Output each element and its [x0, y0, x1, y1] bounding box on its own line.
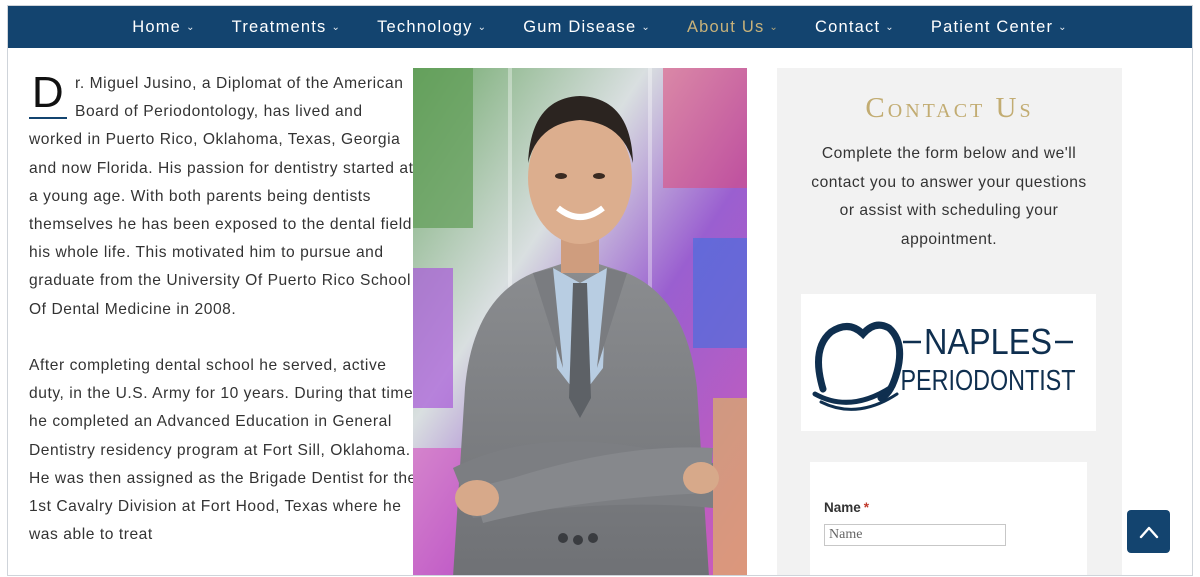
- chevron-down-icon: ⌄: [331, 21, 342, 33]
- bio-text: Dr. Miguel Jusino, a Diplomat of the Ame…: [29, 70, 419, 575]
- nav-item-about-us[interactable]: About Us ⌄: [687, 18, 779, 37]
- main-navigation: Home ⌄ Treatments ⌄ Technology ⌄ Gum Diseas…: [8, 6, 1192, 48]
- bio-paragraph-2: After completing dental school he served…: [29, 357, 417, 544]
- nav-label: Treatments: [231, 17, 327, 36]
- nav-label: Gum Disease: [523, 17, 637, 36]
- nav-label: Patient Center: [930, 17, 1054, 36]
- contact-sidebar: Contact Us Complete the form below and w…: [777, 68, 1122, 575]
- nav-item-contact[interactable]: Contact ⌄: [815, 18, 895, 37]
- chevron-down-icon: ⌄: [477, 21, 488, 33]
- portrait-illustration: [413, 68, 747, 575]
- nav-item-technology[interactable]: Technology ⌄: [377, 18, 487, 37]
- chevron-down-icon: ⌄: [186, 21, 196, 33]
- logo-line-1: NAPLES: [924, 321, 1052, 362]
- nav-item-treatments[interactable]: Treatments ⌄: [232, 18, 341, 37]
- nav-item-home[interactable]: Home ⌄: [132, 18, 195, 37]
- drop-cap: D: [29, 71, 67, 119]
- name-label-text: Name: [824, 500, 861, 515]
- nav-item-patient-center[interactable]: Patient Center ⌄: [931, 18, 1068, 37]
- logo-line-2: PERIODONTIST: [901, 365, 1076, 397]
- nav-label: Contact: [815, 17, 881, 36]
- page-frame: Home ⌄ Treatments ⌄ Technology ⌄ Gum Diseas…: [7, 5, 1193, 576]
- practice-logo: NAPLES PERIODONTIST: [801, 294, 1096, 431]
- chevron-up-icon: [1139, 526, 1158, 538]
- nav-label: About Us: [686, 17, 765, 36]
- nav-label: Technology: [377, 17, 473, 36]
- nav-label: Home: [132, 17, 182, 36]
- name-field-label: Name *: [824, 500, 869, 515]
- name-input[interactable]: [824, 524, 1006, 546]
- chevron-down-icon: ⌄: [641, 21, 651, 33]
- chevron-down-icon: ⌄: [1058, 21, 1068, 33]
- back-to-top-button[interactable]: [1127, 510, 1170, 553]
- chevron-down-icon: ⌄: [769, 21, 780, 33]
- bio-paragraph-1: Dr. Miguel Jusino, a Diplomat of the Ame…: [29, 70, 419, 324]
- nav-list: Home ⌄ Treatments ⌄ Technology ⌄ Gum Diseas…: [8, 6, 1192, 48]
- tooth-logo-icon: NAPLES PERIODONTIST: [812, 321, 1076, 411]
- contact-form: Name *: [810, 462, 1087, 575]
- chevron-down-icon: ⌄: [885, 21, 895, 33]
- contact-title: Contact Us: [865, 92, 1034, 124]
- required-asterisk: *: [863, 500, 870, 515]
- nav-item-gum-disease[interactable]: Gum Disease ⌄: [523, 18, 651, 37]
- contact-description: Complete the form below and we'll contac…: [811, 145, 1087, 248]
- doctor-portrait-photo: [413, 68, 747, 575]
- bio-paragraph-1-text: r. Miguel Jusino, a Diplomat of the Amer…: [29, 75, 414, 318]
